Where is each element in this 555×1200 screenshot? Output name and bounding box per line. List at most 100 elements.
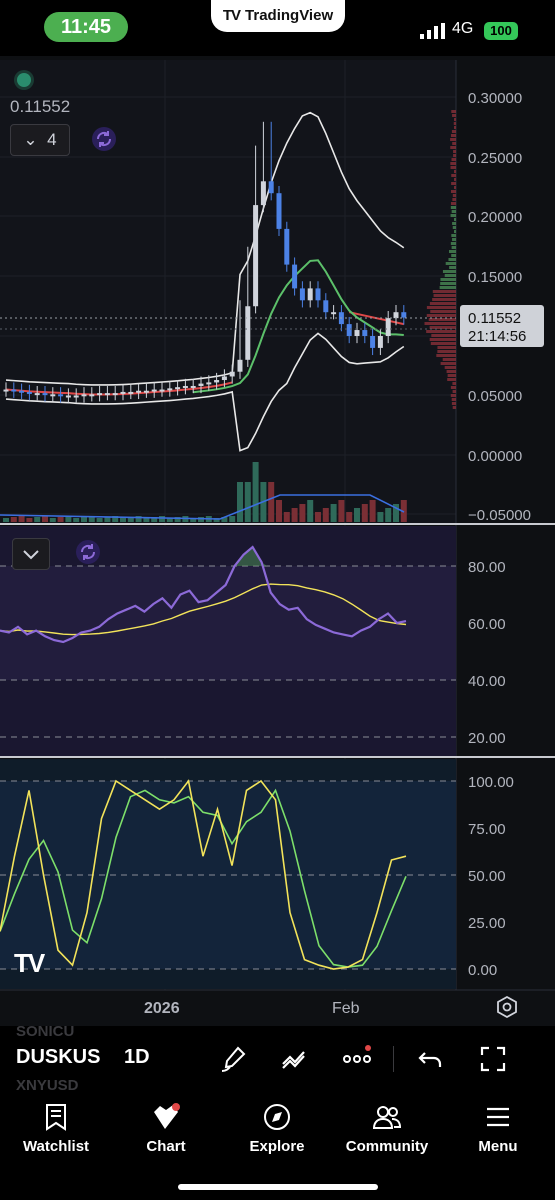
time-tick: 2026 [144,1000,180,1017]
volume-profile-bar [454,178,456,181]
indicators-icon[interactable] [280,1044,310,1074]
volume-profile-bar [452,382,456,385]
volume-profile-bar [451,134,456,137]
home-indicator [178,1184,378,1190]
volume-bar [97,518,103,522]
stoch-tick: 50.00 [468,868,506,885]
candle-body [214,380,219,382]
volume-bar [143,518,149,522]
candle-body [269,181,274,193]
volume-profile-bar [454,118,456,121]
stoch-tick: 75.00 [468,821,506,838]
candle-body [191,386,196,388]
volume-bar [292,508,298,522]
rsi-tick: 40.00 [468,673,506,690]
candle-body [97,393,102,395]
volume-bar [19,516,25,522]
rsi-tick: 20.00 [468,730,506,747]
candle-body [128,392,133,394]
volume-profile-bar [440,286,456,289]
nav-menu[interactable]: Menu [448,1102,548,1155]
current-price: 0.11552 [468,310,521,327]
volume-bar [354,508,360,522]
nav-chart[interactable]: Chart [116,1102,216,1155]
drawing-brush-icon[interactable] [218,1044,248,1074]
candle-body [152,390,157,392]
volume-bar [338,500,344,522]
symbol-selector[interactable]: DUSKUS [16,1046,100,1069]
interval-selector[interactable]: 1D [124,1046,150,1069]
fullscreen-icon[interactable] [478,1044,508,1074]
candle-body [82,394,87,396]
candle-body [401,312,406,317]
volume-profile-bar [453,150,456,153]
market-status-icon[interactable] [17,73,31,87]
volume-profile-bar [451,214,456,217]
volume-profile-bar [427,306,456,309]
candle-body [58,394,63,396]
volume-profile-bar [432,298,456,301]
chevron-down-icon: ⌄ [23,130,37,149]
volume-profile-bar [451,206,456,209]
candle-body [35,393,40,395]
volume-profile-bar [445,366,456,369]
volume-profile-bar [426,330,456,333]
candle-body [206,382,211,384]
volume-profile-bar [450,138,456,141]
rsi-collapse-button[interactable] [12,538,50,570]
volume-profile-bar [450,146,456,149]
volume-bar [385,508,391,522]
volume-profile-bar [443,358,456,361]
volume-profile-bar [454,122,456,125]
symbol-prev[interactable]: SONICU [16,1023,74,1040]
volume-profile-bar [431,342,456,345]
axis-settings-icon[interactable] [496,996,518,1018]
refresh-icon[interactable] [92,127,116,151]
tradingview-watermark-icon: TV [14,948,43,979]
candle-body [394,312,399,318]
volume-profile-bar [452,130,456,133]
refresh-icon[interactable] [76,540,100,564]
volume-profile-bar [454,126,456,129]
candle-body [136,391,141,393]
volume-profile-bar [452,142,456,145]
volume-profile-bar [440,282,456,285]
volume-profile-bar [437,350,456,353]
volume-profile-bar [452,398,456,401]
price-tick: 0.05000 [468,388,522,405]
nav-community[interactable]: Community [337,1102,437,1155]
candle-body [11,390,16,392]
volume-bar [346,512,352,522]
undo-icon[interactable] [416,1044,446,1074]
indicator-collapse-button[interactable]: ⌄ 4 [10,124,70,156]
volume-profile-bar [427,314,456,317]
volume-profile-bar [454,218,456,221]
volume-bar [331,504,337,522]
nav-label: Chart [146,1138,185,1155]
candle-body [378,336,383,348]
watchlist-icon [41,1102,71,1132]
nav-label: Community [346,1138,429,1155]
chevron-down-icon [13,539,49,569]
app-banner[interactable]: TV TradingView [211,0,345,32]
volume-profile-bar [430,310,456,313]
candle-body [43,393,48,395]
rsi-tick: 60.00 [468,616,506,633]
candle-body [89,394,94,396]
candle-body [261,181,266,205]
candle-body [355,330,360,336]
stoch-tick: 0.00 [468,962,497,979]
volume-bar [3,518,9,522]
volume-bar [58,517,64,522]
volume-profile-bar [424,322,456,325]
battery-level: 100 [484,22,518,40]
nav-watchlist[interactable]: Watchlist [6,1102,106,1155]
volume-bar [307,500,313,522]
more-options-icon[interactable] [342,1044,372,1074]
price-tick: 0.30000 [468,90,522,107]
nav-explore[interactable]: Explore [227,1102,327,1155]
candle-body [245,306,250,360]
volume-bar [229,516,235,522]
toolbar-divider [393,1046,394,1072]
volume-profile-bar [452,210,456,213]
